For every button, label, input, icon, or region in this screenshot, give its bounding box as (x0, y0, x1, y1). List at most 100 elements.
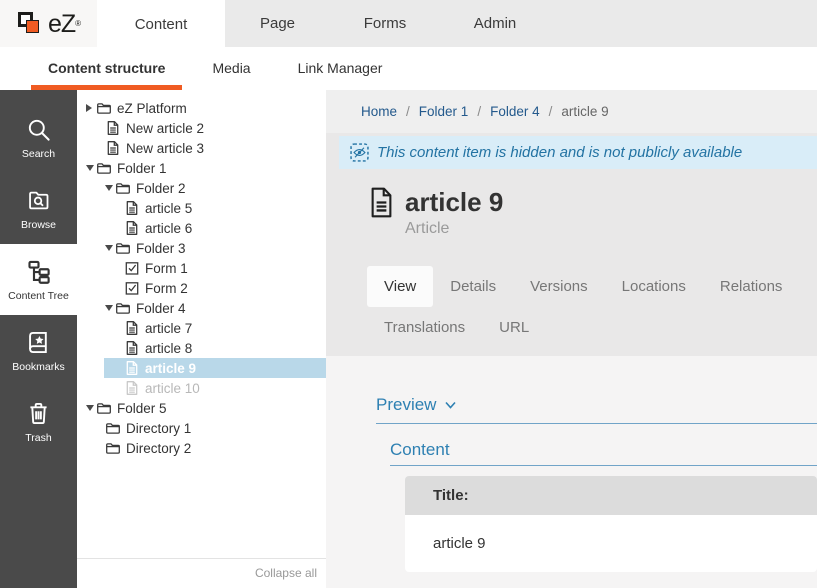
tab-translations[interactable]: Translations (367, 307, 482, 348)
subnav-item-content-structure[interactable]: Content structure (31, 47, 182, 90)
tree-item-folder-2[interactable]: Folder 2 (77, 178, 326, 198)
tree-item-form-2[interactable]: Form 2 (77, 278, 326, 298)
content-section-heading: Content (390, 440, 450, 459)
folder-icon (105, 420, 121, 436)
tree-item-article-9[interactable]: article 9 (104, 358, 326, 378)
folder-icon (96, 100, 112, 116)
sidebar-item-content-tree[interactable]: Content Tree (0, 244, 77, 315)
breadcrumb-link-folder-4[interactable]: Folder 4 (490, 104, 540, 119)
chevron-expanded-icon[interactable] (105, 243, 115, 253)
article-icon (124, 340, 140, 356)
tree-item-folder-5[interactable]: Folder 5 (77, 398, 326, 418)
subnav-item-link-manager[interactable]: Link Manager (281, 47, 400, 90)
tree-item-folder-4[interactable]: Folder 4 (77, 298, 326, 318)
ez-logo-icon (16, 7, 48, 41)
content-title-row: article 9 (368, 187, 817, 218)
article-icon (124, 220, 140, 236)
tree-item-new-article-3[interactable]: New article 3 (77, 138, 326, 158)
preview-toggle[interactable]: Preview (376, 395, 817, 415)
top-tab-bar: ContentPageFormsAdmin (97, 0, 550, 53)
breadcrumb-link-home[interactable]: Home (361, 104, 397, 119)
tree-item-ez-platform[interactable]: eZ Platform (77, 98, 326, 118)
tree-item-directory-2[interactable]: Directory 2 (77, 438, 326, 458)
sub-navigation: Content structure Media Link Manager (0, 47, 817, 90)
content-fields-section: Content Title:article 9 (390, 440, 817, 572)
trash-icon (25, 400, 52, 427)
sidebar-item-label: Trash (25, 432, 51, 444)
content-tree: eZ Platform New article 2 New article 3 Fol… (77, 98, 326, 458)
top-tab-forms[interactable]: Forms (330, 0, 440, 47)
hidden-eye-icon (350, 143, 369, 162)
preview-heading: Preview (376, 395, 436, 415)
tree-item-article-8[interactable]: article 8 (77, 338, 326, 358)
registered-mark: ® (75, 19, 81, 28)
sidebar-item-label: Content Tree (8, 290, 69, 302)
sidebar-item-label: Search (22, 148, 55, 160)
chevron-expanded-icon[interactable] (105, 303, 115, 313)
content-tab-bar: ViewDetailsVersionsLocationsRelations Tra… (367, 266, 817, 348)
folder-icon (115, 300, 131, 316)
sidebar-item-bookmarks[interactable]: Bookmarks (0, 315, 77, 386)
chevron-collapsed-icon[interactable] (86, 103, 96, 113)
tree-item-folder-1[interactable]: Folder 1 (77, 158, 326, 178)
tree-item-label: article 6 (145, 221, 192, 236)
tree-item-article-10[interactable]: article 10 (77, 378, 326, 398)
hidden-content-notice: This content item is hidden and is not p… (339, 136, 817, 169)
chevron-expanded-icon[interactable] (86, 163, 96, 173)
tree-item-form-1[interactable]: Form 1 (77, 258, 326, 278)
article-icon (124, 360, 140, 376)
top-tab-content[interactable]: Content (97, 0, 225, 53)
folder-icon (96, 400, 112, 416)
tree-item-new-article-2[interactable]: New article 2 (77, 118, 326, 138)
folder-icon (96, 160, 112, 176)
tab-relations[interactable]: Relations (703, 266, 800, 307)
tree-item-label: Form 2 (145, 281, 188, 296)
tree-item-directory-1[interactable]: Directory 1 (77, 418, 326, 438)
tab-locations[interactable]: Locations (605, 266, 703, 307)
ez-platform-admin: eZ ® ContentPageFormsAdmin Content struc… (0, 0, 817, 588)
top-bar: eZ ® ContentPageFormsAdmin (0, 0, 817, 47)
top-tab-page[interactable]: Page (225, 0, 330, 47)
article-icon (105, 140, 121, 156)
tree-item-article-5[interactable]: article 5 (77, 198, 326, 218)
chevron-expanded-icon[interactable] (105, 183, 115, 193)
tab-view[interactable]: View (367, 266, 433, 307)
tree-item-article-7[interactable]: article 7 (77, 318, 326, 338)
ez-logo[interactable]: eZ ® (0, 0, 97, 47)
tree-item-label: Folder 3 (136, 241, 186, 256)
article-icon (124, 380, 140, 396)
page-title: article 9 (405, 187, 503, 217)
article-icon (368, 187, 395, 218)
tab-details[interactable]: Details (433, 266, 513, 307)
tree-item-article-6[interactable]: article 6 (77, 218, 326, 238)
tree-item-label: eZ Platform (117, 101, 187, 116)
top-tab-admin[interactable]: Admin (440, 0, 550, 47)
sidebar-item-trash[interactable]: Trash (0, 386, 77, 457)
search-icon (25, 116, 52, 143)
sidebar-item-browse[interactable]: Browse (0, 173, 77, 244)
tree-item-folder-3[interactable]: Folder 3 (77, 238, 326, 258)
tree-item-label: article 5 (145, 201, 192, 216)
tab-versions[interactable]: Versions (513, 266, 605, 307)
tree-item-label: Directory 1 (126, 421, 191, 436)
collapse-all-button[interactable]: Collapse all (77, 558, 326, 588)
content-type-label: Article (405, 220, 817, 238)
content-tree-panel: eZ Platform New article 2 New article 3 Fol… (77, 90, 326, 588)
breadcrumb-link-folder-1[interactable]: Folder 1 (419, 104, 469, 119)
tree-item-label: New article 2 (126, 121, 204, 136)
tree-item-label: article 7 (145, 321, 192, 336)
folder-icon (105, 440, 121, 456)
tree-item-label: New article 3 (126, 141, 204, 156)
folder-icon (115, 180, 131, 196)
field-label: Title: (405, 476, 817, 515)
main-content: Home/Folder 1/Folder 4/article 9 This co… (326, 90, 817, 588)
content-header-area: Home/Folder 1/Folder 4/article 9 This co… (326, 90, 817, 356)
sidebar-item-search[interactable]: Search (0, 102, 77, 173)
bookmarks-icon (25, 329, 52, 356)
tab-url[interactable]: URL (482, 307, 546, 348)
subnav-item-media[interactable]: Media (195, 47, 267, 90)
chevron-expanded-icon[interactable] (86, 403, 96, 413)
article-icon (105, 120, 121, 136)
field-value: article 9 (405, 515, 817, 572)
tree-item-label: Directory 2 (126, 441, 191, 456)
